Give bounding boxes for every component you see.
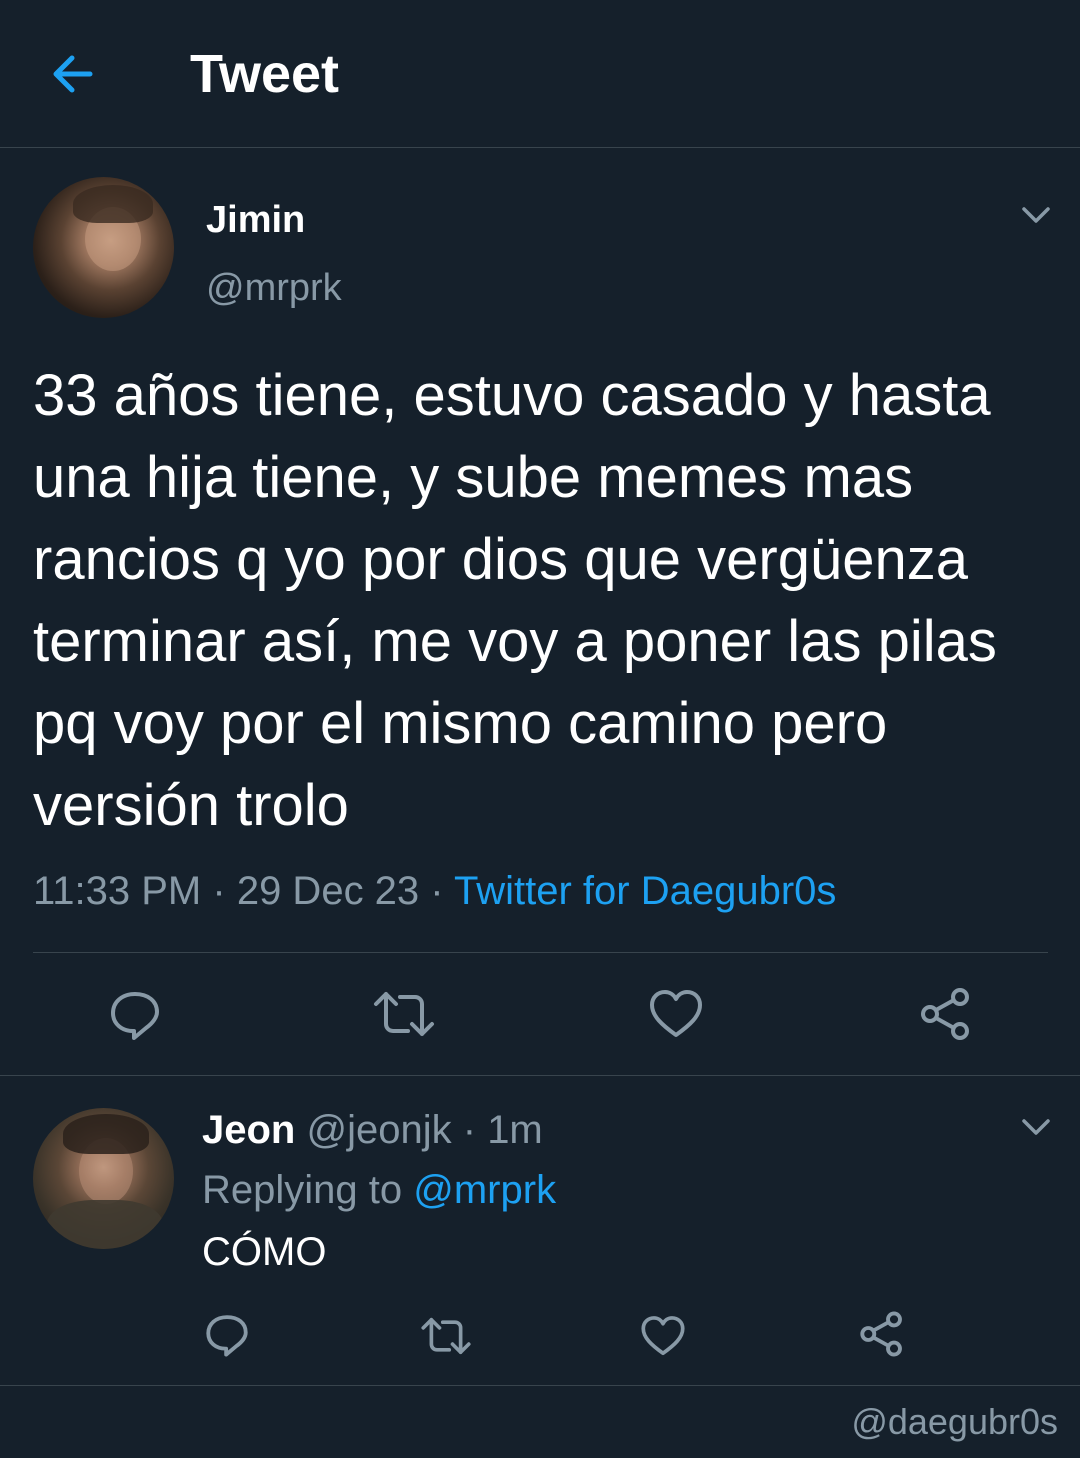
reply-text: CÓMO xyxy=(202,1230,327,1274)
author-avatar[interactable] xyxy=(33,177,174,318)
meta-separator: · xyxy=(430,869,444,913)
like-button[interactable] xyxy=(648,988,704,1040)
tweet-date: 29 Dec 23 xyxy=(236,869,420,913)
arrow-left-icon xyxy=(53,55,93,93)
share-button[interactable] xyxy=(918,986,974,1042)
reply-author-avatar[interactable] xyxy=(33,1108,174,1249)
tweet-menu-button[interactable] xyxy=(1016,200,1056,230)
watermark: @daegubr0s xyxy=(851,1401,1058,1442)
meta-separator: · xyxy=(462,1108,477,1152)
share-icon xyxy=(860,1311,902,1357)
page-title: Tweet xyxy=(190,44,340,104)
reply-like-button[interactable] xyxy=(640,1314,686,1358)
top-bar: Tweet xyxy=(0,0,1080,148)
retweet-icon xyxy=(421,1317,471,1355)
share-icon xyxy=(921,988,969,1040)
replying-prefix: Replying to xyxy=(202,1168,403,1212)
reply-reply-button[interactable] xyxy=(204,1312,250,1358)
author-name[interactable]: Jimin xyxy=(206,197,305,243)
like-icon xyxy=(650,990,702,1037)
author-handle[interactable]: @mrprk xyxy=(206,265,342,311)
reply-header: Jeon @jeonjk · 1m xyxy=(202,1106,543,1154)
tweet-source-link[interactable]: Twitter for Daegubr0s xyxy=(454,869,836,913)
retweet-icon xyxy=(374,992,434,1036)
meta-separator: · xyxy=(212,869,226,913)
tweet-meta: 11:33 PM · 29 Dec 23 · Twitter for Daegu… xyxy=(33,866,836,916)
reply-retweet-button[interactable] xyxy=(420,1316,472,1356)
reply-icon xyxy=(206,1315,248,1357)
reply-icon xyxy=(111,992,159,1040)
back-button[interactable] xyxy=(46,50,100,98)
tweet-time: 11:33 PM xyxy=(33,869,202,913)
chevron-down-icon xyxy=(1022,207,1050,223)
divider xyxy=(0,1075,1080,1076)
reply-author-name[interactable]: Jeon xyxy=(202,1108,295,1152)
reply-age: 1m xyxy=(487,1108,543,1152)
divider xyxy=(33,952,1048,953)
reply-menu-button[interactable] xyxy=(1016,1112,1056,1142)
like-icon xyxy=(641,1316,685,1356)
reply-button[interactable] xyxy=(108,988,162,1042)
replying-to-handle[interactable]: @mrprk xyxy=(413,1168,556,1212)
reply-share-button[interactable] xyxy=(858,1310,906,1358)
tweet-text: 33 años tiene, estuvo casado y hasta una… xyxy=(33,363,997,838)
divider xyxy=(0,1385,1080,1386)
replying-to: Replying to @mrprk xyxy=(202,1166,556,1214)
chevron-down-icon xyxy=(1022,1119,1050,1135)
reply-author-handle[interactable]: @jeonjk xyxy=(306,1108,451,1152)
retweet-button[interactable] xyxy=(372,990,436,1038)
